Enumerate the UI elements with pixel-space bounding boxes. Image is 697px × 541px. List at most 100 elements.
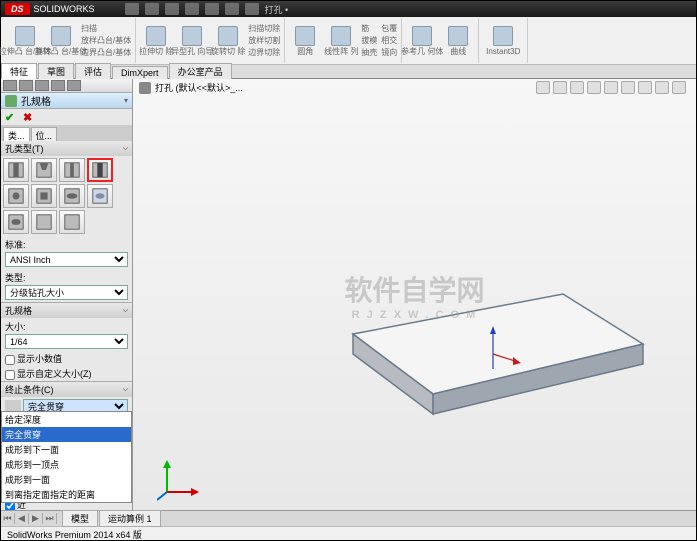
sheet-motion1[interactable]: 运动算例 1 <box>99 510 161 527</box>
document-name: 打孔 • <box>265 3 289 16</box>
zoom-fit-icon[interactable] <box>536 81 550 94</box>
feature-title-text: 孔规格 <box>21 93 51 108</box>
appearance-icon[interactable] <box>638 81 652 94</box>
prev-view-icon[interactable] <box>570 81 584 94</box>
standard-select[interactable]: ANSI Inch <box>5 252 128 267</box>
hide-show-icon[interactable] <box>621 81 635 94</box>
tab-features[interactable]: 特征 <box>1 63 37 79</box>
endcond-opt-1[interactable]: 完全贯穿 <box>2 427 131 442</box>
tab-evaluate[interactable]: 评估 <box>75 63 111 79</box>
qat-undo-icon[interactable] <box>205 3 219 15</box>
loft-button[interactable]: 放样凸台/基体 <box>81 35 131 46</box>
endcond-opt-0[interactable]: 给定深度 <box>2 412 131 427</box>
hole-type-10[interactable] <box>31 210 57 234</box>
subtab-type[interactable]: 类... <box>3 127 30 141</box>
instant3d-button[interactable]: Instant3D <box>483 26 523 56</box>
hole-type-11[interactable] <box>59 210 85 234</box>
intersect-button[interactable]: 相交 <box>381 35 397 46</box>
holespec-header[interactable]: 孔规格⌵ <box>1 303 132 318</box>
hole-icon <box>5 95 17 107</box>
shell-button[interactable]: 抽壳 <box>361 47 377 58</box>
qat-new-icon[interactable] <box>125 3 139 15</box>
pm-icon-3[interactable] <box>35 80 49 91</box>
command-tabbar: 特征 草图 评估 DimXpert 办公室产品 <box>1 65 696 79</box>
tab-nav-next[interactable]: ▶ <box>29 513 43 524</box>
hole-type-counterbore-slot[interactable] <box>59 184 85 208</box>
feature-title: 孔规格 ▾ <box>1 93 132 109</box>
view-triad-icon[interactable] <box>157 452 207 502</box>
motion-tabbar: ⏮◀▶⏭ 模型 运动算例 1 <box>1 510 696 526</box>
sweep-button[interactable]: 扫描 <box>81 23 131 34</box>
subtab-position[interactable]: 位... <box>31 127 58 141</box>
qat-open-icon[interactable] <box>145 3 159 15</box>
type-select[interactable]: 分级钻孔大小 <box>5 285 128 300</box>
pin-icon[interactable] <box>139 82 151 94</box>
sweep-cut-button[interactable]: 扫描切除 <box>248 23 280 34</box>
show-custom-size-checkbox[interactable]: 显示自定义大小(Z) <box>1 366 132 381</box>
draft-button[interactable]: 拔模 <box>361 35 377 46</box>
sheet-model[interactable]: 模型 <box>62 510 98 527</box>
breadcrumb[interactable]: 打孔 (默认<<默认>_... <box>155 81 243 94</box>
section-view-icon[interactable] <box>587 81 601 94</box>
tab-nav-prev[interactable]: ◀ <box>15 513 29 524</box>
tab-dimxpert[interactable]: DimXpert <box>112 66 168 79</box>
wrap-button[interactable]: 包覆 <box>381 23 397 34</box>
pm-icon-5[interactable] <box>67 80 81 91</box>
zoom-area-icon[interactable] <box>553 81 567 94</box>
extrude-cut-button[interactable]: 拉伸切 除 <box>140 26 172 56</box>
endcond-opt-4[interactable]: 成形到一面 <box>2 472 131 487</box>
qat-redo-icon[interactable] <box>225 3 239 15</box>
pm-icon-1[interactable] <box>3 80 17 91</box>
tab-office[interactable]: 办公室产品 <box>169 63 232 79</box>
hole-type-legacy[interactable] <box>31 184 57 208</box>
holetype-header[interactable]: 孔类型(T)⌵ <box>1 141 132 156</box>
pattern-button[interactable]: 线性阵 列 <box>325 26 357 56</box>
hole-type-countersink[interactable] <box>31 158 57 182</box>
ok-button[interactable]: ✔ <box>5 111 19 123</box>
refgeom-button[interactable]: 参考几 何体 <box>406 26 438 56</box>
tab-nav-last[interactable]: ⏭ <box>43 513 57 524</box>
revolve-boss-button[interactable]: 旋转凸 台/基体 <box>45 26 77 56</box>
graphics-viewport[interactable]: 打孔 (默认<<默认>_... 软件自学网 R J Z X W . C <box>133 79 696 510</box>
view-settings-icon[interactable] <box>672 81 686 94</box>
pm-icon-2[interactable] <box>19 80 33 91</box>
cancel-button[interactable]: ✖ <box>23 111 37 123</box>
property-manager: 孔规格 ▾ ✔ ✖ 类... 位... 孔类型(T)⌵ <box>1 79 133 510</box>
endcond-opt-3[interactable]: 成形到一顶点 <box>2 457 131 472</box>
model-3d[interactable] <box>333 214 673 434</box>
tab-sketch[interactable]: 草图 <box>38 63 74 79</box>
hole-type-counterbore[interactable] <box>3 158 29 182</box>
size-label: 大小: <box>5 320 128 333</box>
tab-nav-first[interactable]: ⏮ <box>1 513 15 524</box>
endcond-header[interactable]: 终止条件(C)⌵ <box>1 382 132 397</box>
type-label: 类型: <box>5 271 128 284</box>
hole-type-slot[interactable] <box>3 210 29 234</box>
curves-button[interactable]: 曲线 <box>442 26 474 56</box>
endcond-opt-2[interactable]: 成形到下一面 <box>2 442 131 457</box>
qat-options-icon[interactable] <box>245 3 259 15</box>
mirror-button[interactable]: 镜向 <box>381 47 397 58</box>
rib-button[interactable]: 筋 <box>361 23 377 34</box>
titlebar: DS SOLIDWORKS 打孔 • <box>1 1 696 17</box>
loft-cut-button[interactable]: 放样切割 <box>248 35 280 46</box>
display-style-icon[interactable] <box>604 81 618 94</box>
boundary-button[interactable]: 边界凸台/基体 <box>81 47 131 58</box>
qat-save-icon[interactable] <box>165 3 179 15</box>
endcond-opt-5[interactable]: 到离指定面指定的距离 <box>2 487 131 502</box>
hole-wizard-button[interactable]: 异型孔 向导 <box>176 26 208 56</box>
hole-type-countersink-slot[interactable] <box>87 184 113 208</box>
hole-type-hole[interactable] <box>59 158 85 182</box>
boundary-cut-button[interactable]: 边界切除 <box>248 47 280 58</box>
pm-icon-4[interactable] <box>51 80 65 91</box>
hole-type-tapered-tap[interactable] <box>3 184 29 208</box>
app-name: SOLIDWORKS <box>34 4 95 14</box>
revolve-cut-button[interactable]: 旋转切 除 <box>212 26 244 56</box>
standard-label: 标准: <box>5 238 128 251</box>
show-decimal-checkbox[interactable]: 显示小数值 <box>1 351 132 366</box>
fillet-button[interactable]: 圆角 <box>289 26 321 56</box>
scene-icon[interactable] <box>655 81 669 94</box>
endcond-dropdown[interactable]: 给定深度 完全贯穿 成形到下一面 成形到一顶点 成形到一面 到离指定面指定的距离 <box>1 411 132 503</box>
qat-print-icon[interactable] <box>185 3 199 15</box>
size-select[interactable]: 1/64 <box>5 334 128 349</box>
hole-type-straight-tap[interactable] <box>87 158 113 182</box>
